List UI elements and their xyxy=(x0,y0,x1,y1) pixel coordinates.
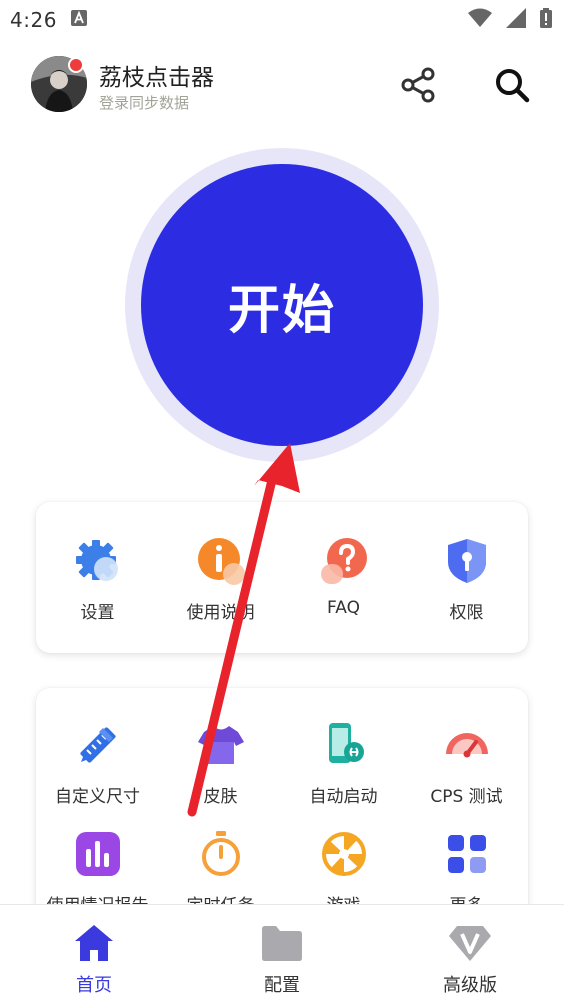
menu-item-label: CPS 测试 xyxy=(430,787,503,807)
menu-item-auto-start[interactable]: 自动启动 xyxy=(282,720,405,807)
status-bar: 4:26 xyxy=(0,0,564,40)
nav-label: 高级版 xyxy=(443,975,497,996)
menu-item-cps-test[interactable]: CPS 测试 xyxy=(405,720,528,807)
diamond-v-icon xyxy=(449,926,491,961)
nav-config[interactable]: 配置 xyxy=(212,923,352,997)
menu-item-label: 游戏 xyxy=(327,891,361,904)
menu-item-usage-report[interactable]: 使用情况报告 xyxy=(36,829,159,904)
menu-item-games[interactable]: 游戏 xyxy=(282,829,405,904)
phone-link-icon xyxy=(319,720,369,770)
battery-icon xyxy=(540,8,552,32)
menu-item-label: 自动启动 xyxy=(309,787,378,807)
search-icon xyxy=(496,69,530,103)
nav-premium[interactable]: 高级版 xyxy=(400,923,540,997)
search-button[interactable] xyxy=(491,64,533,106)
status-time: 4:26 xyxy=(10,8,57,32)
menu-item-label: 皮肤 xyxy=(203,787,238,807)
menu-item-more[interactable]: 更多 xyxy=(405,829,528,904)
menu-item-label: FAQ xyxy=(327,598,360,618)
menu-item-label: 设置 xyxy=(80,603,115,623)
feature-menu-card: 自定义尺寸 皮肤 自动启动 CPS 测试 xyxy=(36,688,528,904)
question-icon xyxy=(319,536,369,586)
menu-item-faq[interactable]: FAQ xyxy=(282,536,405,618)
notification-a-icon xyxy=(70,10,87,30)
menu-item-skin[interactable]: 皮肤 xyxy=(159,720,282,807)
menu-item-label: 自定义尺寸 xyxy=(55,787,140,807)
menu-item-label: 更多 xyxy=(450,891,484,904)
main-content: 开始 设置 使用说明 FAQ 权限 自定义尺寸 皮肤 自动启动 CPS 测试 xyxy=(0,130,564,904)
notification-dot xyxy=(68,57,84,73)
tshirt-icon xyxy=(196,720,246,770)
start-button[interactable]: 开始 xyxy=(141,164,423,446)
speedometer-icon xyxy=(442,720,492,770)
info-icon xyxy=(196,536,246,586)
stopwatch-icon xyxy=(196,829,246,879)
quick-menu-card: 设置 使用说明 FAQ 权限 xyxy=(36,502,528,653)
menu-item-permissions[interactable]: 权限 xyxy=(405,536,528,623)
bottom-navigation: 首页 配置 高级版 xyxy=(0,904,564,1004)
shield-lock-icon xyxy=(442,536,492,586)
nav-home[interactable]: 首页 xyxy=(24,923,164,997)
nav-label: 首页 xyxy=(76,975,112,996)
menu-item-label: 使用情况报告 xyxy=(47,891,149,904)
signal-icon xyxy=(506,8,526,32)
menu-item-settings[interactable]: 设置 xyxy=(36,536,159,623)
menu-item-instructions[interactable]: 使用说明 xyxy=(159,536,282,623)
wheel-icon xyxy=(319,829,369,879)
menu-item-label: 使用说明 xyxy=(186,603,255,623)
app-header: 荔枝点击器 登录同步数据 xyxy=(0,40,564,130)
wifi-icon xyxy=(468,8,492,32)
menu-item-label: 定时任务 xyxy=(187,891,255,904)
menu-item-label: 权限 xyxy=(449,603,484,623)
gear-icon xyxy=(73,536,123,586)
app-title: 荔枝点击器 xyxy=(99,65,214,91)
folder-icon xyxy=(262,926,302,961)
bar-chart-icon xyxy=(73,829,123,879)
menu-item-scheduled-task[interactable]: 定时任务 xyxy=(159,829,282,904)
menu-item-custom-size[interactable]: 自定义尺寸 xyxy=(36,720,159,807)
nav-label: 配置 xyxy=(264,975,300,996)
share-button[interactable] xyxy=(398,64,440,106)
home-icon xyxy=(75,925,113,961)
ruler-pencil-icon xyxy=(73,720,123,770)
login-sync-link[interactable]: 登录同步数据 xyxy=(99,92,189,113)
grid-icon xyxy=(442,829,492,879)
share-icon xyxy=(401,67,435,103)
